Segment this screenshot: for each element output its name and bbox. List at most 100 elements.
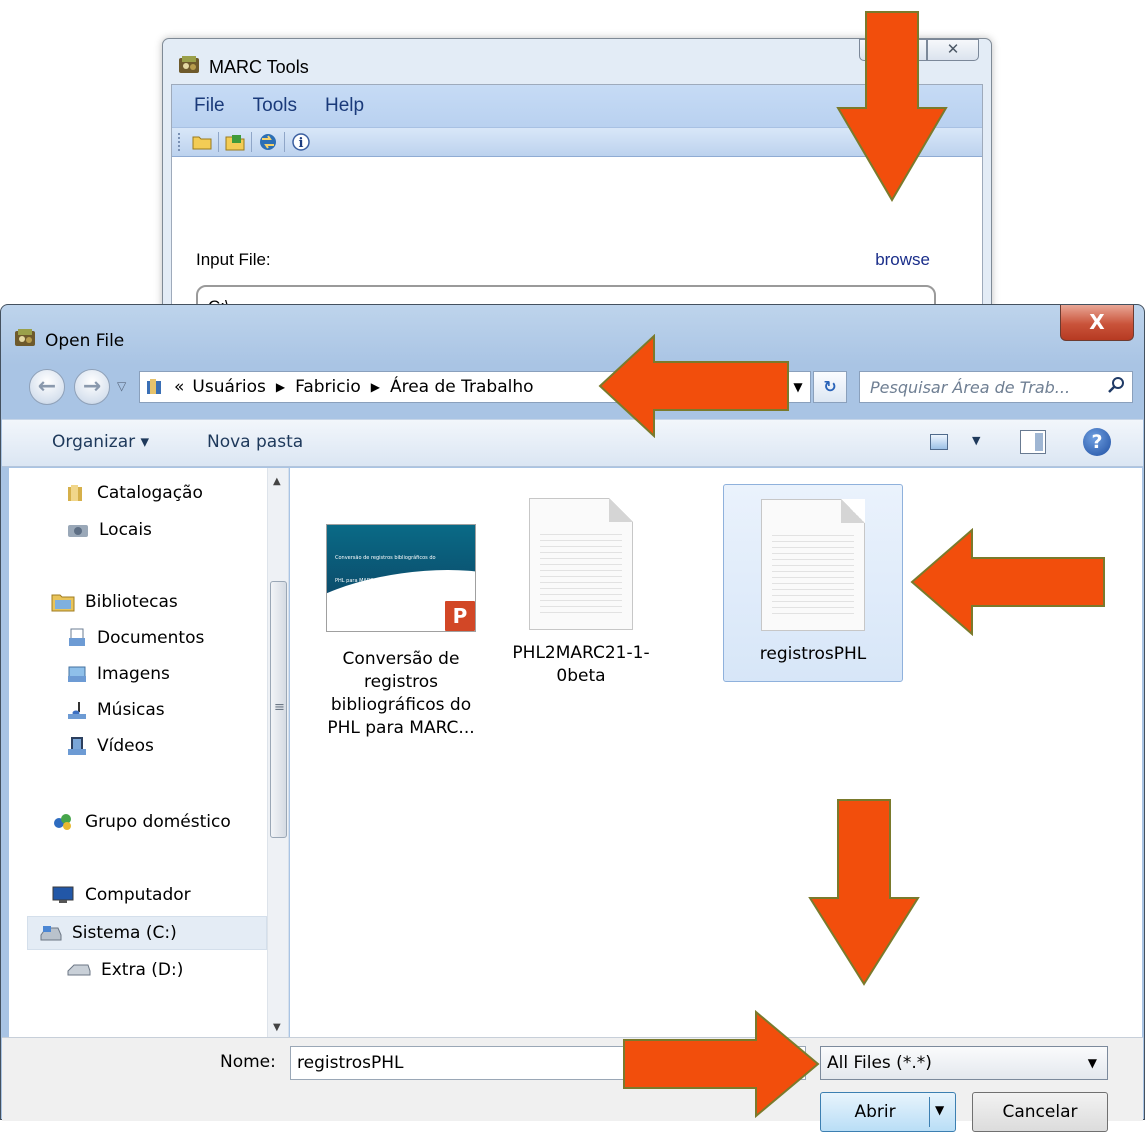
open-button-split — [929, 1097, 930, 1127]
arrow-down-icon — [836, 11, 948, 202]
nav-item-label: Documentos — [97, 628, 205, 648]
address-dropdown-icon[interactable]: ▼ — [787, 373, 809, 401]
nav-item-catalogacao[interactable]: Catalogação — [67, 478, 203, 508]
nav-item-imagens[interactable]: Imagens — [67, 659, 170, 689]
arrow-right-icon — [623, 1010, 820, 1118]
breadcrumb-chevron-icon[interactable]: ▶ — [276, 380, 285, 394]
toolbar-separator — [251, 132, 252, 152]
drive-d-icon — [67, 963, 91, 977]
nav-item-computador[interactable]: Computador — [51, 880, 191, 910]
nav-item-label: Sistema (C:) — [72, 923, 177, 943]
refresh-button[interactable]: ↻ — [813, 371, 847, 403]
menu-tools[interactable]: Tools — [253, 95, 297, 117]
dialog-close-button[interactable]: X — [1060, 305, 1134, 341]
input-file-label: Input File: — [196, 250, 271, 269]
browse-link[interactable]: browse — [875, 250, 930, 270]
nav-item-extra-d[interactable]: Extra (D:) — [67, 955, 183, 985]
nav-item-label: Locais — [99, 520, 152, 540]
search-icon[interactable] — [1102, 376, 1132, 399]
nav-item-grupo-domestico[interactable]: Grupo doméstico — [51, 807, 231, 837]
forward-button[interactable]: → — [74, 369, 110, 405]
new-folder-button[interactable]: Nova pasta — [207, 432, 303, 452]
nav-item-documentos[interactable]: Documentos — [67, 623, 204, 653]
help-icon[interactable]: ? — [1083, 428, 1111, 456]
info-icon[interactable]: i — [289, 130, 313, 154]
command-bar: Organizar ▾ Nova pasta ▼ ? — [2, 419, 1143, 467]
libraries-icon — [51, 592, 75, 612]
drive-c-icon — [40, 925, 62, 941]
toolbar-separator — [284, 132, 285, 152]
breadcrumb-desktop[interactable]: Área de Trabalho — [390, 377, 534, 397]
nav-item-musicas[interactable]: Músicas — [67, 695, 165, 725]
svg-text:i: i — [299, 136, 304, 151]
scroll-down-icon[interactable]: ▼ — [273, 1022, 281, 1033]
nav-item-label: Catalogação — [97, 483, 203, 503]
computer-icon — [51, 885, 75, 905]
dialog-app-icon — [13, 327, 37, 354]
preview-pane-icon[interactable] — [1020, 430, 1046, 454]
thumbnail-title: Conversão de registros bibliográficos do… — [335, 555, 436, 584]
navigation-pane: Catalogação Locais Bibliotecas Documento… — [9, 468, 289, 1037]
cancel-button[interactable]: Cancelar — [972, 1092, 1108, 1132]
organize-button[interactable]: Organizar ▾ — [52, 432, 149, 452]
folder-icon — [67, 484, 87, 502]
open-options-dropdown-icon[interactable]: ▼ — [935, 1103, 944, 1117]
scroll-up-icon[interactable]: ▲ — [273, 476, 281, 487]
file-type-select[interactable]: All Files (*.*) ▼ — [820, 1046, 1108, 1080]
open-button[interactable]: Abrir ▼ — [820, 1092, 956, 1132]
file-name: Conversão de registros bibliográficos do… — [327, 649, 475, 738]
powerpoint-thumbnail: Conversão de registros bibliográficos do… — [326, 524, 476, 632]
recent-pages-dropdown-icon[interactable]: ▽ — [117, 379, 126, 393]
toolbar-separator — [218, 132, 219, 152]
dialog-title: Open File — [45, 330, 125, 351]
filename-label: Nome: — [220, 1052, 276, 1072]
file-item-presentation[interactable]: Conversão de registros bibliográficos do… — [311, 524, 491, 740]
menu-help[interactable]: Help — [325, 95, 364, 117]
homegroup-icon — [51, 812, 75, 832]
dialog-title-bar: Open File — [13, 327, 124, 354]
save-icon[interactable] — [223, 130, 247, 154]
places-icon — [67, 521, 89, 539]
marc-window-title: MARC Tools — [209, 56, 309, 77]
back-button[interactable]: ← — [29, 369, 65, 405]
arrow-left-icon — [910, 528, 1105, 636]
nav-item-label: Computador — [85, 885, 191, 905]
file-type-value: All Files (*.*) — [827, 1053, 932, 1073]
marc-app-icon — [177, 54, 201, 81]
nav-item-label: Vídeos — [97, 736, 154, 756]
videos-icon — [67, 736, 87, 756]
nav-item-label: Grupo doméstico — [85, 812, 231, 832]
dialog-bottom-pane: Nome: registrosPHL ▼ All Files (*.*) ▼ A… — [2, 1037, 1143, 1132]
breadcrumb-prefix[interactable]: « — [174, 377, 184, 397]
marc-title-bar: MARC Tools — [177, 55, 309, 79]
file-item-registrosphl[interactable]: registrosPHL — [723, 484, 903, 682]
search-input[interactable]: Pesquisar Área de Trab... — [859, 371, 1133, 403]
file-type-dropdown-icon[interactable]: ▼ — [1088, 1047, 1097, 1079]
view-options-dropdown-icon[interactable]: ▼ — [972, 434, 980, 447]
convert-icon[interactable] — [256, 130, 280, 154]
nav-item-label: Músicas — [97, 700, 165, 720]
pictures-icon — [67, 664, 87, 684]
toolbar-grip[interactable] — [178, 133, 182, 151]
arrow-down-icon — [808, 799, 920, 986]
folder-icon — [146, 378, 164, 396]
nav-item-locais[interactable]: Locais — [67, 515, 152, 545]
breadcrumb-chevron-icon[interactable]: ▶ — [371, 380, 380, 394]
file-item-phl2marc21[interactable]: PHL2MARC21-1-0beta — [491, 488, 671, 688]
nav-item-sistema-c[interactable]: Sistema (C:) — [27, 916, 267, 950]
scrollbar-thumb[interactable] — [270, 581, 287, 838]
nav-item-videos[interactable]: Vídeos — [67, 731, 154, 761]
nav-scrollbar[interactable]: ▲ ▼ — [267, 468, 288, 1037]
breadcrumb-usuarios[interactable]: Usuários — [192, 377, 265, 397]
change-view-icon[interactable] — [930, 434, 948, 450]
open-folder-icon[interactable] — [190, 130, 214, 154]
nav-item-label: Extra (D:) — [101, 960, 184, 980]
open-file-dialog: Open File X ← → ▽ « Usuários ▶ Fabricio … — [0, 304, 1145, 1132]
breadcrumb-fabricio[interactable]: Fabricio — [295, 377, 361, 397]
search-placeholder: Pesquisar Área de Trab... — [870, 377, 1071, 397]
menu-file[interactable]: File — [194, 95, 225, 117]
open-button-label: Abrir — [854, 1102, 896, 1122]
text-file-icon — [761, 499, 865, 631]
nav-item-bibliotecas[interactable]: Bibliotecas — [51, 587, 178, 617]
text-file-icon — [529, 498, 633, 630]
